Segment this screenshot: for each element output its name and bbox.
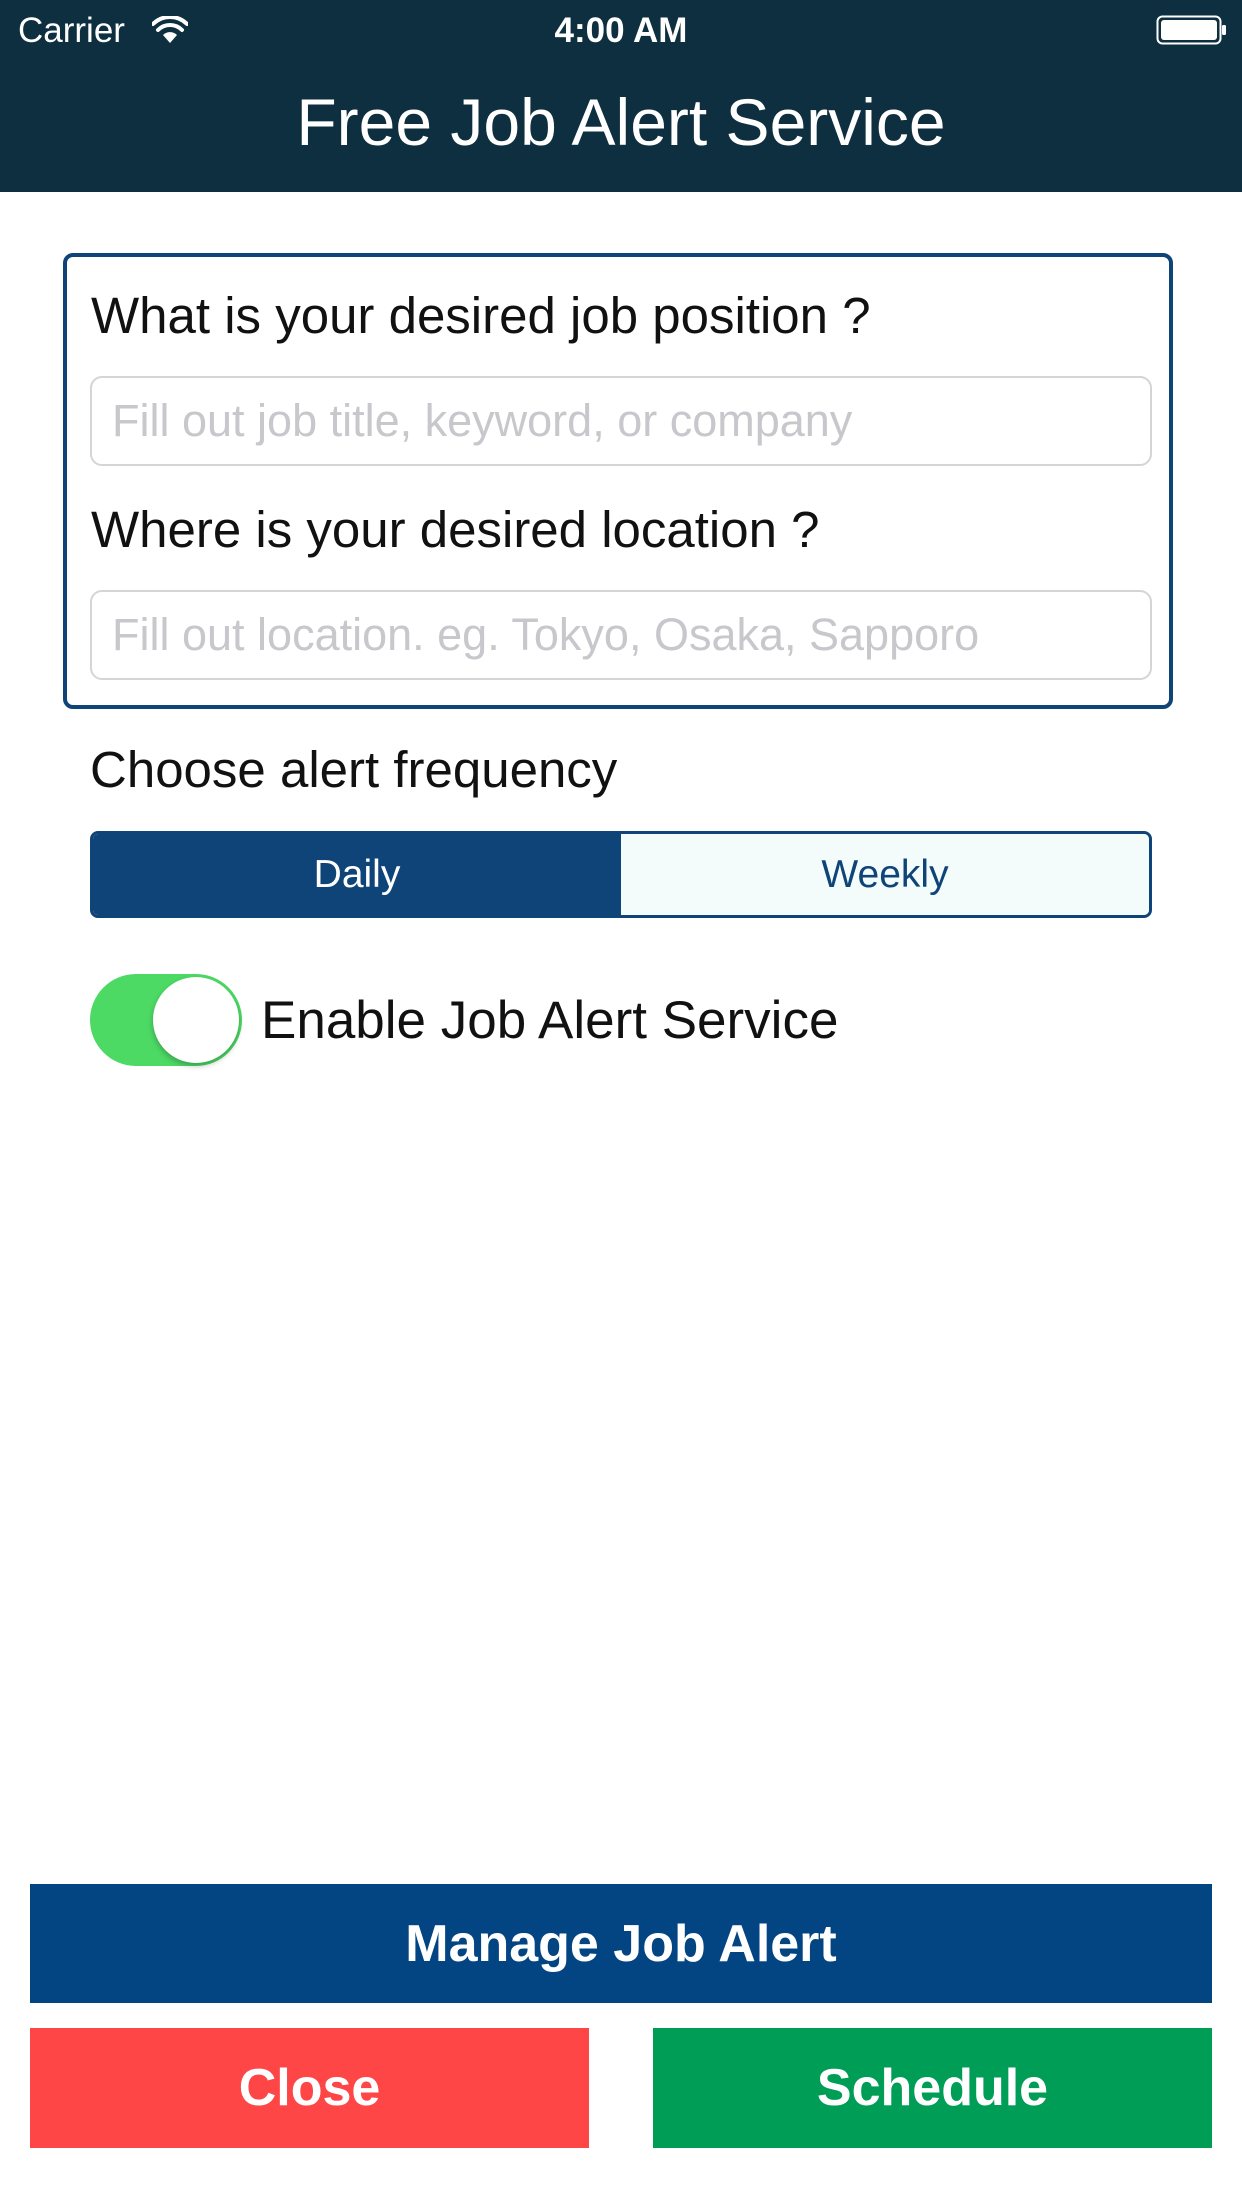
close-button[interactable]: Close [30,2028,589,2148]
position-input[interactable] [90,376,1152,466]
battery-icon [1156,15,1226,45]
frequency-option-weekly[interactable]: Weekly [621,834,1149,915]
status-bar: Carrier 4:00 AM [0,0,1242,62]
toggle-knob [153,977,239,1063]
enable-alert-label: Enable Job Alert Service [261,991,839,1050]
page-title: Free Job Alert Service [296,85,946,159]
job-criteria-form: What is your desired job position ? Wher… [63,253,1173,709]
frequency-segmented-control: Daily Weekly [90,831,1152,918]
location-input[interactable] [90,590,1152,680]
frequency-label: Choose alert frequency [90,741,618,798]
frequency-option-daily[interactable]: Daily [93,834,621,915]
position-label: What is your desired job position ? [91,287,871,344]
schedule-button[interactable]: Schedule [653,2028,1212,2148]
location-label: Where is your desired location ? [91,501,820,558]
enable-alert-toggle[interactable] [90,974,242,1066]
status-time: 4:00 AM [554,11,688,50]
top-bar: Carrier 4:00 AM Free Job Alert Service [0,0,1242,192]
manage-job-alert-button[interactable]: Manage Job Alert [30,1884,1212,2003]
